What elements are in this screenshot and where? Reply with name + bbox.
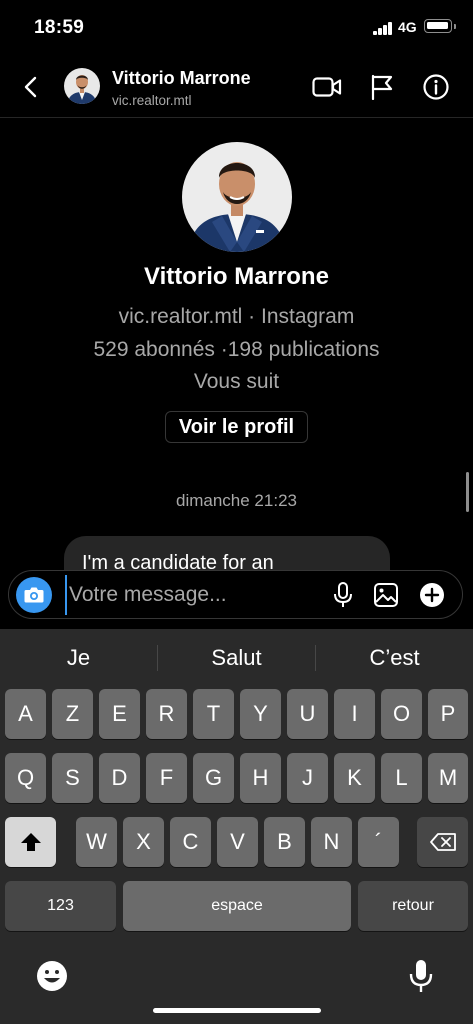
key-j[interactable]: J	[287, 753, 328, 803]
status-bar: 18:59 4G	[0, 0, 473, 56]
header-avatar[interactable]	[64, 68, 100, 104]
battery-tip	[454, 24, 456, 29]
key-g[interactable]: G	[193, 753, 234, 803]
key-s[interactable]: S	[52, 753, 93, 803]
profile-name: Vittorio Marrone	[144, 263, 329, 290]
message-input[interactable]	[65, 575, 265, 615]
delete-key[interactable]	[417, 817, 468, 867]
key-z[interactable]: Z	[52, 689, 93, 739]
key-r[interactable]: R	[146, 689, 187, 739]
key-m[interactable]: M	[428, 753, 468, 803]
backspace-icon	[429, 833, 456, 851]
plus-icon[interactable]	[419, 582, 445, 608]
emoji-icon[interactable]	[36, 960, 68, 992]
battery-icon	[424, 19, 452, 33]
view-profile-button[interactable]: Voir le profil	[165, 411, 308, 443]
profile-stats: 529 abonnés ·198 publications	[93, 338, 380, 361]
key-c[interactable]: C	[170, 817, 211, 867]
status-time: 18:59	[34, 17, 85, 38]
camera-icon	[24, 587, 44, 603]
shift-key[interactable]	[5, 817, 56, 867]
header-name[interactable]: Vittorio Marrone	[112, 68, 251, 89]
home-indicator[interactable]	[153, 1008, 321, 1013]
return-key[interactable]: retour	[358, 881, 468, 931]
header-username[interactable]: vic.realtor.mtl	[112, 93, 192, 108]
network-type: 4G	[398, 19, 417, 35]
message-timestamp: dimanche 21:23	[176, 491, 297, 510]
key-i[interactable]: I	[334, 689, 375, 739]
chat-header: Vittorio Marrone vic.realtor.mtl	[0, 56, 473, 118]
key-d[interactable]: D	[99, 753, 140, 803]
keyboard: Je Salut C’est A Z E R T Y U I O P Q S D…	[0, 629, 473, 1024]
space-key[interactable]: espace	[123, 881, 351, 931]
key-o[interactable]: O	[381, 689, 422, 739]
camera-button[interactable]	[16, 577, 52, 613]
key-f[interactable]: F	[146, 753, 187, 803]
key-t[interactable]: T	[193, 689, 234, 739]
back-icon[interactable]	[20, 75, 42, 99]
key-q[interactable]: Q	[5, 753, 46, 803]
key-u[interactable]: U	[287, 689, 328, 739]
shift-icon	[20, 833, 41, 851]
key-k[interactable]: K	[334, 753, 375, 803]
key-w[interactable]: W	[76, 817, 117, 867]
message-composer	[8, 570, 463, 619]
key-accent[interactable]: ´	[358, 817, 399, 867]
scroll-indicator[interactable]	[466, 472, 469, 512]
key-p[interactable]: P	[428, 689, 468, 739]
numbers-key[interactable]: 123	[5, 881, 116, 931]
profile-avatar[interactable]	[182, 142, 292, 252]
key-l[interactable]: L	[381, 753, 422, 803]
key-x[interactable]: X	[123, 817, 164, 867]
video-call-icon[interactable]	[312, 75, 342, 99]
profile-account-line: vic.realtor.mtl · Instagram	[118, 305, 355, 328]
signal-icon	[373, 22, 393, 35]
gallery-icon[interactable]	[373, 582, 399, 608]
key-n[interactable]: N	[311, 817, 352, 867]
key-a[interactable]: A	[5, 689, 46, 739]
suggestion-1[interactable]: Je	[0, 643, 157, 673]
key-h[interactable]: H	[240, 753, 281, 803]
suggestion-2[interactable]: Salut	[158, 643, 315, 673]
key-y[interactable]: Y	[240, 689, 281, 739]
info-icon[interactable]	[423, 74, 449, 100]
flag-icon[interactable]	[370, 74, 394, 100]
microphone-icon[interactable]	[331, 581, 355, 609]
key-v[interactable]: V	[217, 817, 258, 867]
key-b[interactable]: B	[264, 817, 305, 867]
suggestion-3[interactable]: C’est	[316, 643, 473, 673]
dictation-icon[interactable]	[408, 958, 434, 994]
key-e[interactable]: E	[99, 689, 140, 739]
follow-status: Vous suit	[193, 370, 280, 393]
